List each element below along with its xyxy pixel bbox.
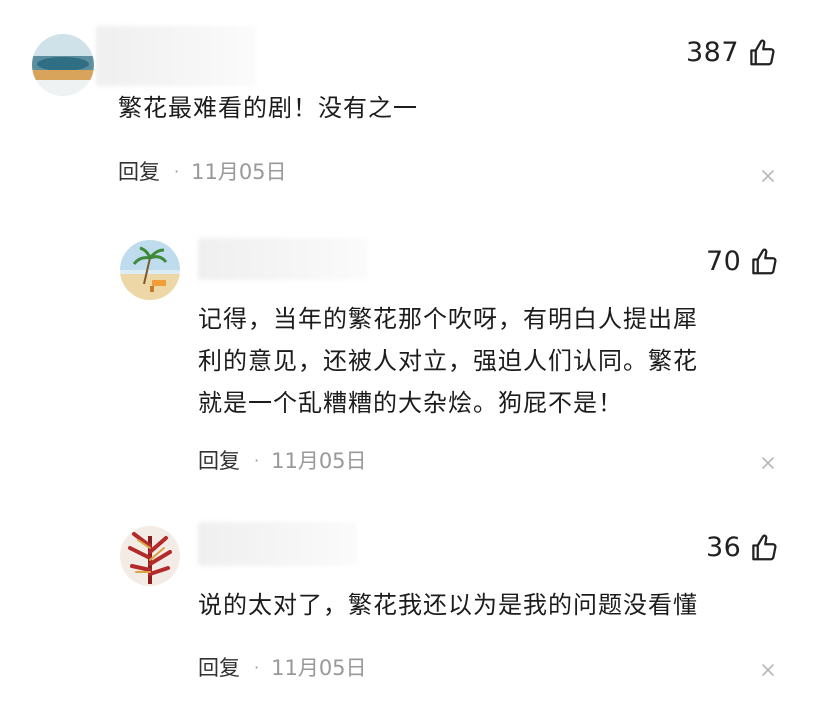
comment-line: 说的太对了，繁花我还以为是我的问题没看懂: [198, 591, 698, 619]
like-group[interactable]: 36: [706, 530, 779, 566]
reply-button[interactable]: 回复: [118, 156, 160, 186]
comment-line: 利的意见，还被人对立，强迫人们认同。繁花: [198, 347, 698, 375]
thumbs-up-icon[interactable]: [749, 247, 779, 277]
reply-button[interactable]: 回复: [198, 445, 240, 475]
comment-date: 11月05日: [271, 449, 367, 473]
comment-meta: 回复 · 11月05日: [198, 652, 367, 682]
username-redacted: [198, 522, 358, 566]
meta-separator: ·: [254, 657, 260, 677]
plant-avatar-icon: [120, 526, 180, 586]
beach-avatar-icon: [120, 240, 180, 300]
like-group[interactable]: 387: [686, 35, 777, 71]
comment-line: 繁花最难看的剧！没有之一: [118, 94, 418, 122]
comment-date: 11月05日: [271, 656, 367, 680]
close-icon[interactable]: [760, 662, 776, 678]
comment-thread: 387 繁花最难看的剧！没有之一 回复 · 11月05日 70 记得，当年的繁花…: [0, 0, 820, 710]
comment-line: 就是一个乱糟糟的大杂烩。狗屁不是！: [198, 389, 623, 417]
landscape-avatar-icon: [32, 34, 94, 96]
thumbs-up-icon[interactable]: [747, 38, 777, 68]
thumbs-up-icon[interactable]: [749, 533, 779, 563]
comment-text: 记得，当年的繁花那个吹呀，有明白人提出犀 利的意见，还被人对立，强迫人们认同。繁…: [198, 298, 698, 424]
username-redacted: [198, 238, 368, 280]
close-icon[interactable]: [760, 168, 776, 184]
user-avatar[interactable]: [120, 240, 180, 300]
username-redacted: [96, 26, 256, 86]
comment-meta: 回复 · 11月05日: [118, 156, 287, 186]
meta-separator: ·: [174, 161, 180, 181]
like-count: 70: [706, 246, 742, 277]
comment-line: 记得，当年的繁花那个吹呀，有明白人提出犀: [198, 305, 698, 333]
user-avatar[interactable]: [32, 34, 94, 96]
user-avatar[interactable]: [120, 526, 180, 586]
comment-date: 11月05日: [191, 160, 287, 184]
like-count: 387: [686, 37, 740, 68]
meta-separator: ·: [254, 450, 260, 470]
comment-meta: 回复 · 11月05日: [198, 445, 367, 475]
like-group[interactable]: 70: [706, 244, 779, 280]
close-icon[interactable]: [760, 455, 776, 471]
comment-text: 繁花最难看的剧！没有之一: [118, 87, 418, 129]
reply-button[interactable]: 回复: [198, 652, 240, 682]
like-count: 36: [706, 532, 742, 563]
comment-text: 说的太对了，繁花我还以为是我的问题没看懂: [198, 584, 698, 626]
